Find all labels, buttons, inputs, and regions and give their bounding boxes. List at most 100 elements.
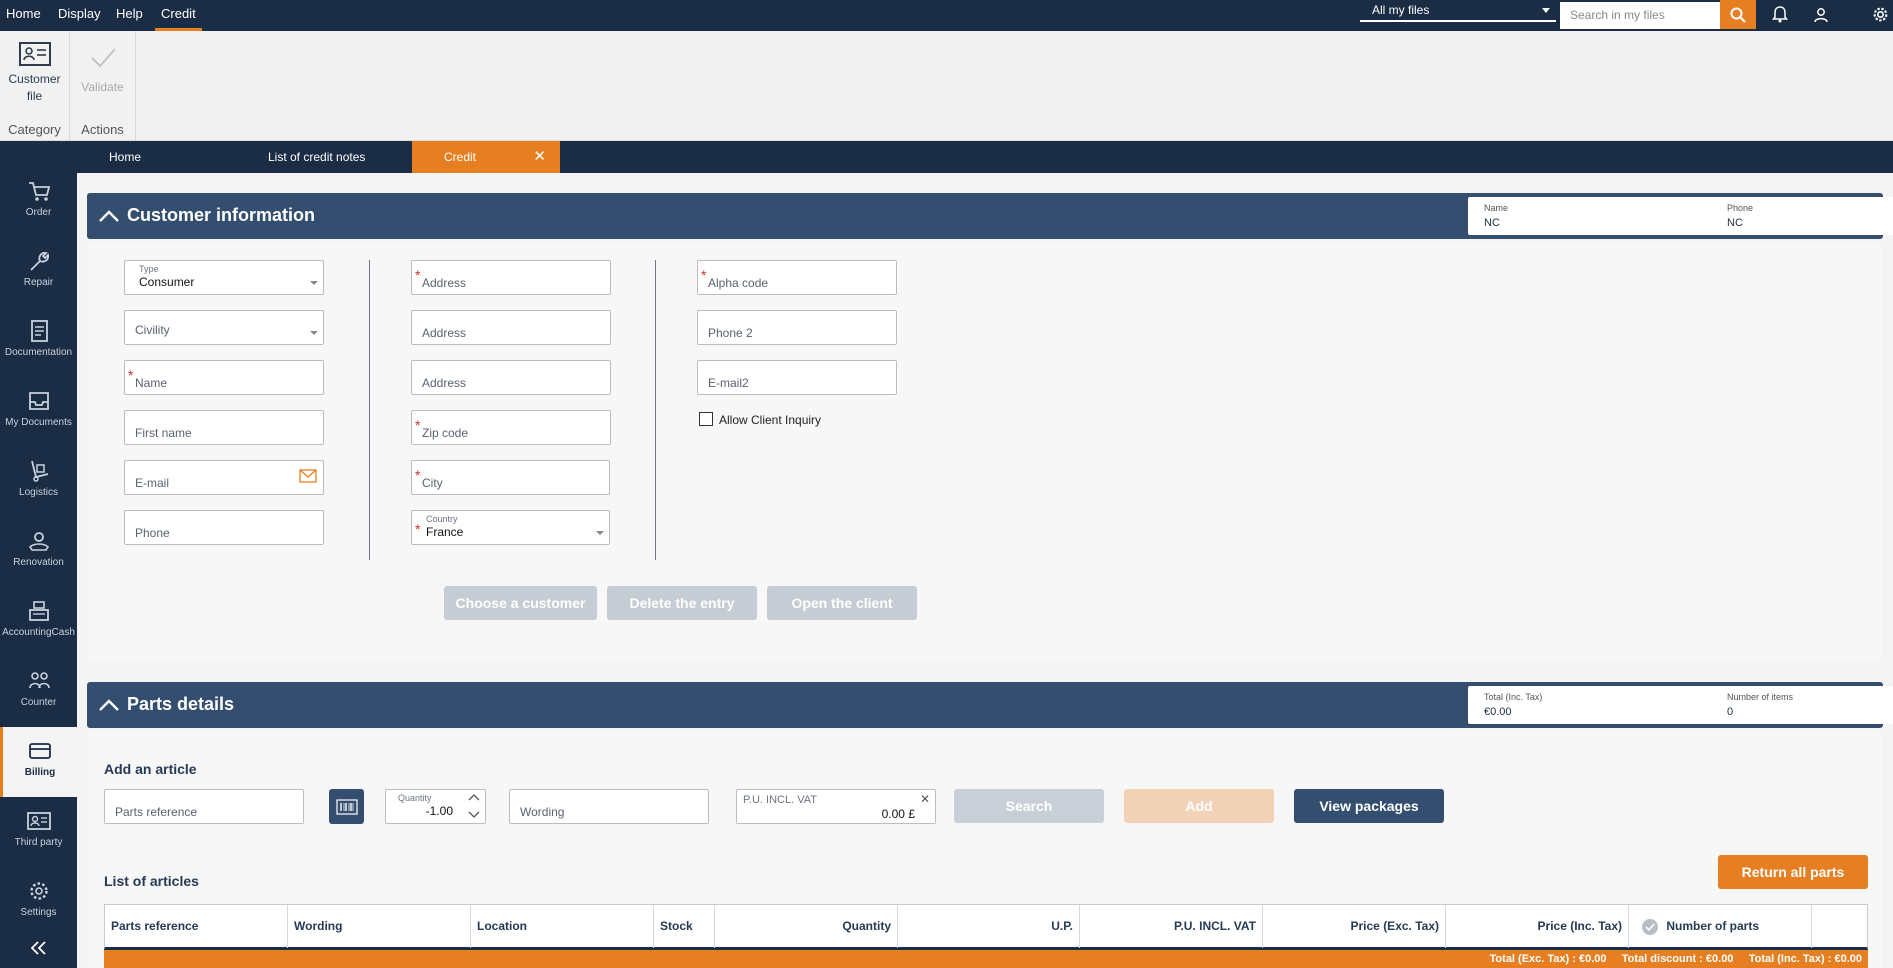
required-marker: * <box>128 367 134 383</box>
barcode-icon <box>335 798 358 815</box>
sidebar-item-label: Third party <box>14 837 63 848</box>
chevron-up-icon[interactable] <box>468 793 480 801</box>
sidebar-item-my-documents[interactable]: My Documents <box>0 377 77 447</box>
open-client-button[interactable]: Open the client <box>767 586 917 620</box>
barcode-button[interactable] <box>329 789 364 824</box>
column-wording[interactable]: Wording <box>288 905 471 948</box>
column-stock[interactable]: Stock <box>654 905 715 948</box>
civility-select[interactable]: Civility <box>124 310 324 345</box>
first-name-field[interactable]: First name <box>124 410 324 445</box>
address-field-3[interactable]: Address <box>411 360 611 395</box>
sidebar-item-documentation[interactable]: Documentation <box>0 307 77 377</box>
tab-label: List of credit notes <box>268 150 366 164</box>
sidebar-item-settings[interactable]: Settings <box>0 867 77 937</box>
cart-icon <box>28 182 50 201</box>
email-2-field[interactable]: E-mail2 <box>697 360 897 395</box>
sidebar-item-third-party[interactable]: Third party <box>0 797 77 867</box>
customer-information-header[interactable]: Customer information Name NC Phone NC <box>87 193 1893 239</box>
address-placeholder: Address <box>422 376 467 390</box>
envelope-icon[interactable] <box>299 469 317 483</box>
sidebar-item-logistics[interactable]: Logistics <box>0 447 77 517</box>
sidebar-item-label: Renovation <box>13 557 64 568</box>
sidebar-collapse-button[interactable] <box>0 928 77 968</box>
summary-name-value: NC <box>1484 217 1500 229</box>
menu-home[interactable]: Home <box>0 0 47 31</box>
sidebar-item-repair[interactable]: Repair <box>0 237 77 307</box>
tab-credit[interactable]: Credit ✕ <box>412 141 560 173</box>
scope-select[interactable]: All my files <box>1360 0 1556 22</box>
type-value: Consumer <box>139 275 195 289</box>
menu-display[interactable]: Display <box>52 0 107 31</box>
renovation-icon <box>28 532 49 551</box>
allow-client-inquiry-checkbox[interactable] <box>699 412 713 426</box>
column-price-exc-tax[interactable]: Price (Exc. Tax) <box>1263 905 1446 948</box>
email-field[interactable]: E-mail <box>124 460 324 495</box>
sidebar-item-renovation[interactable]: Renovation <box>0 517 77 587</box>
view-packages-button[interactable]: View packages <box>1294 789 1444 823</box>
name-field[interactable]: * Name <box>124 360 324 395</box>
top-menu-bar: Home Display Help Credit All my files Se… <box>0 0 1893 31</box>
chevron-up-icon[interactable] <box>97 204 121 228</box>
delete-entry-button[interactable]: Delete the entry <box>607 586 757 620</box>
summary-name-label: Name <box>1484 203 1509 213</box>
user-icon <box>1814 7 1828 22</box>
unit-price-field[interactable]: P.U. INCL. VAT 0.00 £ ✕ <box>736 789 936 824</box>
column-quantity[interactable]: Quantity <box>715 905 898 948</box>
customer-file-button[interactable]: Customer file <box>0 41 69 105</box>
address-field-2[interactable]: Address <box>411 310 611 345</box>
address-field-1[interactable]: * Address <box>411 260 611 295</box>
phone-field[interactable]: Phone <box>124 510 324 545</box>
type-select[interactable]: Type Consumer <box>124 260 324 295</box>
parts-reference-field[interactable]: Parts reference <box>104 789 304 824</box>
column-parts-reference[interactable]: Parts reference <box>105 905 288 948</box>
chevron-down-icon[interactable] <box>468 811 480 819</box>
customer-summary: Name NC Phone NC <box>1468 197 1893 235</box>
column-unit-price[interactable]: U.P. <box>898 905 1080 948</box>
column-actions <box>1812 905 1867 948</box>
sidebar-item-label: Billing <box>24 767 56 778</box>
chevron-up-icon[interactable] <box>97 693 121 717</box>
column-parts-returned[interactable]: Number of parts returned <box>1629 905 1812 968</box>
quantity-label: Quantity <box>398 793 432 803</box>
wording-field[interactable]: Wording <box>509 789 709 824</box>
sidebar-item-label: Repair <box>23 277 54 288</box>
choose-customer-button[interactable]: Choose a customer <box>444 586 597 620</box>
sidebar-item-counter[interactable]: Counter <box>0 657 77 727</box>
contact-card-icon <box>26 812 51 830</box>
totals-bar: Total (Exc. Tax) : €0.00 Total discount … <box>104 950 1868 968</box>
tab-home[interactable]: Home <box>77 141 217 173</box>
quantity-value: -1.00 <box>425 804 453 818</box>
clear-icon[interactable]: ✕ <box>920 792 930 806</box>
wording-placeholder: Wording <box>520 805 565 819</box>
parts-details-header[interactable]: Parts details Total (Inc. Tax) €0.00 Num… <box>87 682 1893 728</box>
alpha-code-field[interactable]: * Alpha code <box>697 260 897 295</box>
country-select[interactable]: * Country France <box>411 510 610 545</box>
return-all-parts-button[interactable]: Return all parts <box>1718 855 1868 889</box>
column-location[interactable]: Location <box>471 905 654 948</box>
people-icon <box>28 672 50 689</box>
sidebar-item-accountingcash[interactable]: AccountingCash <box>0 587 77 657</box>
ribbon-group-category: Customer file Category <box>0 31 70 141</box>
parts-details-title: Parts details <box>127 694 235 714</box>
close-icon[interactable]: ✕ <box>533 141 546 173</box>
column-price-inc-tax[interactable]: Price (Inc. Tax) <box>1446 905 1629 948</box>
sidebar-item-billing[interactable]: Billing <box>0 727 77 797</box>
country-label: Country <box>426 514 458 524</box>
zip-code-field[interactable]: * Zip code <box>411 410 611 445</box>
phone-2-field[interactable]: Phone 2 <box>697 310 897 345</box>
sidebar-item-order[interactable]: Order <box>0 167 77 237</box>
tab-label: Home <box>109 150 142 164</box>
top-search-input[interactable]: Search in my files <box>1560 2 1720 29</box>
column-pu-incl-vat[interactable]: P.U. INCL. VAT <box>1080 905 1263 948</box>
user-button[interactable] <box>1806 0 1836 29</box>
search-button[interactable]: Search <box>954 789 1104 823</box>
settings-button[interactable] <box>1865 0 1893 29</box>
menu-help[interactable]: Help <box>110 0 149 31</box>
menu-credit[interactable]: Credit <box>155 0 202 31</box>
notifications-button[interactable] <box>1765 0 1795 29</box>
validate-button[interactable]: Validate <box>70 41 135 96</box>
top-search-button[interactable] <box>1720 0 1756 29</box>
city-field[interactable]: * City <box>411 460 610 495</box>
add-button[interactable]: Add <box>1124 789 1274 823</box>
quantity-stepper[interactable]: Quantity -1.00 <box>385 789 486 824</box>
